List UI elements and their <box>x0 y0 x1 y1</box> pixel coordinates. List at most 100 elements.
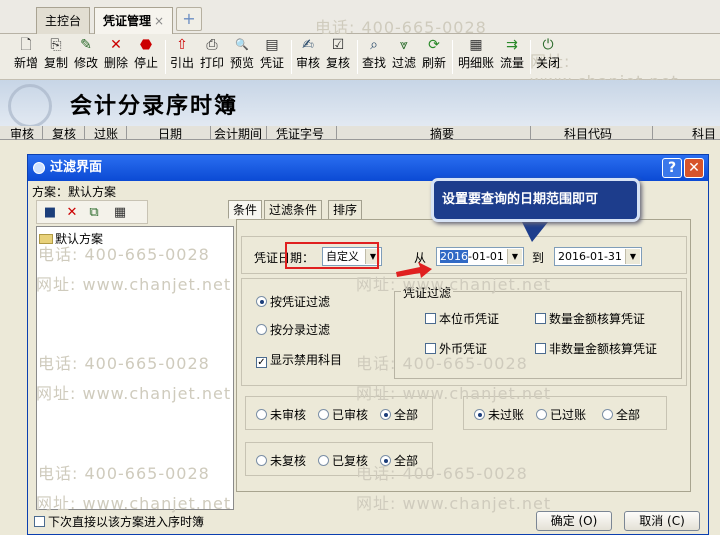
find-button[interactable]: ⌕ 查找 <box>360 36 388 76</box>
radio-icon <box>318 455 329 466</box>
radio-audited[interactable]: 已审核 <box>318 406 368 423</box>
radio-label: 全部 <box>616 408 641 422</box>
dialog-title: 过滤界面 <box>50 160 103 175</box>
checkbox-icon <box>425 343 436 354</box>
stop-icon: ⬣ <box>139 37 153 53</box>
column-header[interactable]: 复核 <box>52 125 76 142</box>
column-header[interactable]: 过账 <box>94 125 118 142</box>
filter-label: 过滤 <box>391 56 416 70</box>
voucher-button[interactable]: ▤ 凭证 <box>258 36 286 76</box>
edit-button[interactable]: ✎ 修改 <box>72 36 100 76</box>
cancel-button[interactable]: 取消 (C) <box>624 511 700 531</box>
radio-label: 已审核 <box>332 408 369 422</box>
radio-posted[interactable]: 已过账 <box>536 406 586 423</box>
radio-unreviewed[interactable]: 未复核 <box>256 452 306 469</box>
find-label: 查找 <box>361 56 386 70</box>
checkbox-icon: ✓ <box>256 357 267 368</box>
close-icon[interactable]: ✕ <box>684 158 704 178</box>
help-icon[interactable]: ? <box>662 158 682 178</box>
close-label: 关闭 <box>535 56 560 70</box>
radio-label: 全部 <box>394 454 419 468</box>
audit-status-group: 未审核 已审核 全部 <box>245 396 433 430</box>
delete-scheme-icon[interactable]: ✕ <box>63 204 81 222</box>
preview-button[interactable]: 🔍 预览 <box>228 36 256 76</box>
checkbox-label: 非数量金额核算凭证 <box>549 342 658 356</box>
print-label: 打印 <box>199 56 224 70</box>
tooltip-tail <box>522 222 548 242</box>
filter-button[interactable]: ⩔ 过滤 <box>390 36 418 76</box>
column-header[interactable]: 摘要 <box>430 125 454 142</box>
arrow-icon <box>396 262 432 278</box>
toolbar-separator <box>452 40 453 74</box>
checkbox-local-currency[interactable]: 本位币凭证 <box>425 310 499 327</box>
column-header[interactable]: 科目 <box>692 125 716 142</box>
radio-icon <box>256 324 267 335</box>
checkbox-foreign-currency[interactable]: 外币凭证 <box>425 340 487 357</box>
remember-scheme-checkbox[interactable]: 下次直接以该方案进入序时簿 <box>34 513 204 530</box>
ok-button[interactable]: 确定 (O) <box>536 511 612 531</box>
from-date-picker[interactable]: 2016-01-01 ▼ <box>436 247 524 266</box>
stop-button[interactable]: ⬣ 停止 <box>132 36 160 76</box>
tab-voucher-management[interactable]: 凭证管理 × <box>94 7 174 34</box>
chevron-down-icon[interactable]: ▼ <box>507 249 522 264</box>
tab-console[interactable]: 主控台 <box>36 7 91 34</box>
checkbox-label: 本位币凭证 <box>439 312 500 326</box>
filter-mode-group: 按凭证过滤 按分录过滤 ✓ 显示禁用科目 凭证过滤 本位币凭证 数量金额核算凭证 … <box>241 278 687 386</box>
checkbox-label: 下次直接以该方案进入序时簿 <box>48 515 205 529</box>
grid-icon[interactable]: ▦ <box>111 204 129 222</box>
radio-post-all[interactable]: 全部 <box>602 406 640 423</box>
show-disabled-checkbox[interactable]: ✓ 显示禁用科目 <box>256 351 342 368</box>
radio-audit-all[interactable]: 全部 <box>380 406 418 423</box>
tab-conditions[interactable]: 条件 <box>228 200 263 219</box>
print-button[interactable]: ⎙ 打印 <box>198 36 226 76</box>
scheme-tree[interactable]: 默认方案 <box>36 226 234 510</box>
tab-close-icon[interactable]: × <box>154 14 164 28</box>
column-header[interactable]: 日期 <box>158 125 182 142</box>
delete-icon: ✕ <box>110 37 122 53</box>
refresh-button[interactable]: ⟳ 刷新 <box>420 36 448 76</box>
chevron-down-icon[interactable]: ▼ <box>625 249 640 264</box>
audit-button[interactable]: ✍ 审核 <box>294 36 322 76</box>
radio-label: 已过账 <box>550 408 587 422</box>
to-label: 到 <box>532 251 545 265</box>
radio-unposted[interactable]: 未过账 <box>474 406 524 423</box>
detail-ledger-button[interactable]: ▦ 明细账 <box>456 36 496 76</box>
radio-icon <box>318 409 329 420</box>
radio-unaudited[interactable]: 未审核 <box>256 406 306 423</box>
toolbar-separator <box>165 40 166 74</box>
close-button[interactable]: ⏻ 关闭 <box>534 36 562 76</box>
save-as-icon[interactable]: ⧉ <box>85 204 103 222</box>
radio-review-all[interactable]: 全部 <box>380 452 418 469</box>
delete-button[interactable]: ✕ 删除 <box>102 36 130 76</box>
column-header[interactable]: 审核 <box>10 125 34 142</box>
radio-by-voucher[interactable]: 按凭证过滤 <box>256 293 330 310</box>
checkbox-non-qty-amount[interactable]: 非数量金额核算凭证 <box>535 340 657 357</box>
edit-label: 修改 <box>73 56 98 70</box>
table-header: 审核 复核 过账 日期 会计期间 凭证字号 摘要 科目代码 科目 <box>0 125 720 142</box>
export-button[interactable]: ⇧ 引出 <box>168 36 196 76</box>
column-header[interactable]: 凭证字号 <box>276 125 324 142</box>
checkbox-icon <box>34 516 45 527</box>
to-date-picker[interactable]: 2016-01-31 ▼ <box>554 247 642 266</box>
column-header[interactable]: 会计期间 <box>214 125 262 142</box>
new-button[interactable]: 🗋 新增 <box>12 36 40 76</box>
save-icon[interactable]: ■ <box>41 204 59 222</box>
copy-button[interactable]: ⎘ 复制 <box>42 36 70 76</box>
edit-icon: ✎ <box>80 37 92 53</box>
column-header[interactable]: 科目代码 <box>564 125 612 142</box>
add-tab-icon[interactable]: + <box>176 7 202 31</box>
review-button[interactable]: ☑ 复核 <box>324 36 352 76</box>
tab-filter-conditions[interactable]: 过滤条件 <box>264 200 323 219</box>
from-date-rest: -01-01 <box>468 250 504 263</box>
checkbox-qty-amount[interactable]: 数量金额核算凭证 <box>535 310 645 327</box>
radio-reviewed[interactable]: 已复核 <box>318 452 368 469</box>
refresh-label: 刷新 <box>421 56 446 70</box>
flow-icon: ⇉ <box>506 37 518 53</box>
tree-item-default-scheme[interactable]: 默认方案 <box>39 230 103 247</box>
tab-voucher-label: 凭证管理 <box>103 14 152 28</box>
radio-icon <box>256 409 267 420</box>
radio-by-entry[interactable]: 按分录过滤 <box>256 321 330 338</box>
toolbar: 网址: www.chanjet.net 🗋新增 ⎘复制 ✎修改 ✕删除 ⬣停止 … <box>0 34 720 91</box>
tab-sort[interactable]: 排序 <box>328 200 363 219</box>
cashflow-button[interactable]: ⇉ 流量 <box>498 36 526 76</box>
